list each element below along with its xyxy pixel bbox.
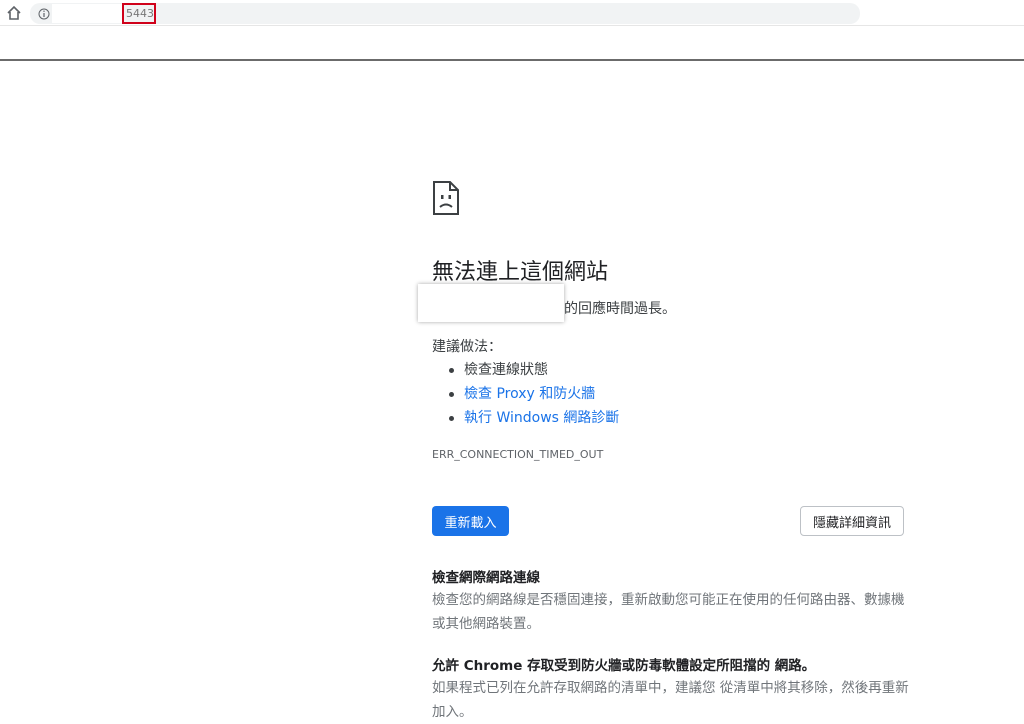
- hostname-redacted: [418, 284, 564, 322]
- timeout-message: 的回應時間過長。: [564, 301, 676, 317]
- suggestion-network-diagnostics[interactable]: 執行 Windows 網路診斷: [446, 406, 619, 430]
- toolbar-separator-bar: [0, 27, 1024, 61]
- sad-page-icon: [433, 181, 459, 215]
- details-text-internet: 檢查您的網路線是否穩固連接，重新啟動您可能正在使用的任何路由器、數據機或其他網路…: [432, 592, 905, 632]
- page-title: 無法連上這個網站: [432, 260, 609, 285]
- details-heading-internet: 檢查網際網路連線: [432, 570, 540, 586]
- details-heading-firewall: 允許 Chrome 存取受到防火牆或防毒軟體設定所阻擋的 網路。: [432, 658, 816, 674]
- reload-button[interactable]: 重新載入: [432, 506, 509, 536]
- suggestions-label: 建議做法：: [432, 339, 502, 355]
- suggestions-list: 檢查連線狀態 檢查 Proxy 和防火牆 執行 Windows 網路診斷: [446, 358, 619, 430]
- network-diagnostics-link[interactable]: 執行 Windows 網路診斷: [464, 410, 619, 426]
- url-port-highlight[interactable]: 5443: [122, 3, 156, 24]
- info-icon[interactable]: [38, 8, 50, 20]
- hide-details-button[interactable]: 隱藏詳細資訊: [800, 506, 904, 536]
- check-proxy-link[interactable]: 檢查 Proxy 和防火牆: [464, 386, 595, 402]
- details-text-firewall: 如果程式已列在允許存取網路的清單中，建議您 從清單中將其移除，然後再重新加入。: [432, 680, 909, 720]
- suggestion-check-connection: 檢查連線狀態: [446, 358, 619, 382]
- browser-toolbar: 5443: [0, 0, 1024, 26]
- error-code: ERR_CONNECTION_TIMED_OUT: [432, 448, 604, 461]
- suggestion-check-proxy[interactable]: 檢查 Proxy 和防火牆: [446, 382, 619, 406]
- home-icon[interactable]: [6, 5, 22, 21]
- url-redacted-area: [52, 4, 122, 23]
- suggestion-check-connection-text: 檢查連線狀態: [464, 362, 548, 378]
